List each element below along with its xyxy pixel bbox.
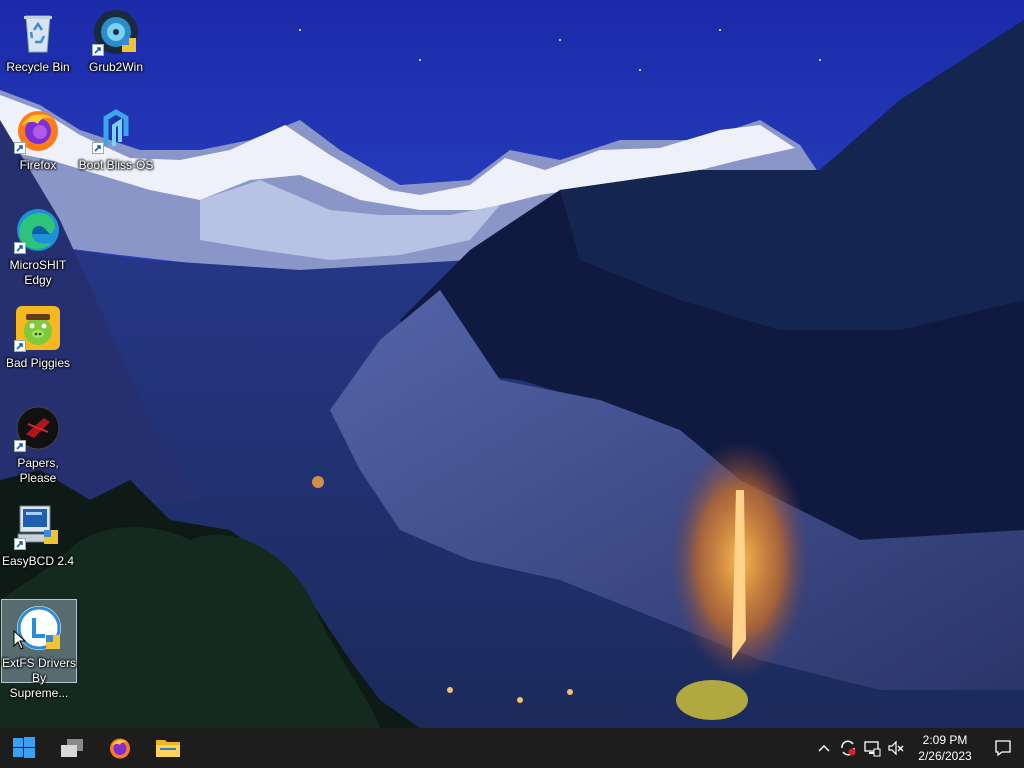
firefox-icon [14,106,62,154]
icon-label: Bad Piggies [5,356,71,370]
shortcut-arrow-icon [14,440,26,452]
show-hidden-icons-button[interactable] [812,728,836,768]
grub2win-icon [92,8,140,56]
desktop-icon-microshit-edgy[interactable]: MicroSHIT Edgy [0,202,76,294]
desktop-icon-grub2win[interactable]: Grub2Win [78,4,154,90]
papers-please-icon [14,404,62,452]
bad-piggies-icon [14,304,62,352]
icon-label: Papers, Please [17,456,59,485]
shortcut-arrow-icon [92,44,104,56]
system-tray: 2:09 PM 2/26/2023 [812,728,1024,768]
action-center-button[interactable] [982,728,1024,768]
edge-icon [14,206,62,254]
desktop-icon-recycle-bin[interactable]: Recycle Bin [0,4,76,90]
task-view-icon [61,739,83,757]
volume-muted-icon [888,740,904,756]
notification-icon [995,740,1011,757]
shortcut-arrow-icon [14,242,26,254]
tray-network-button[interactable] [860,728,884,768]
icon-label: Recycle Bin [6,60,70,74]
taskbar-firefox-button[interactable] [96,728,144,768]
icon-label: Boot Bliss-OS [78,158,154,172]
icon-label: ExtFS Drivers By Supreme... [2,656,77,700]
icon-label: MicroSHIT Edgy [9,258,67,287]
windows-start-icon [13,737,35,758]
shortcut-arrow-icon [14,340,26,352]
firefox-icon [110,738,130,759]
desktop-icon-easybcd[interactable]: EasyBCD 2.4 [0,498,76,584]
desktop-icon-firefox[interactable]: Firefox [0,102,76,188]
clock-date: 2/26/2023 [918,749,972,763]
taskbar-clock[interactable]: 2:09 PM 2/26/2023 [908,732,982,764]
icon-label: Firefox [19,158,57,172]
taskbar-file-explorer-button[interactable] [144,728,192,768]
tray-volume-button[interactable] [884,728,908,768]
mouse-cursor-icon [13,629,27,650]
sync-icon [841,740,856,756]
desktop-icon-papers-please[interactable]: Papers, Please [0,400,76,486]
bliss-os-icon [92,106,140,154]
chevron-up-icon [818,744,830,752]
shortcut-arrow-icon [14,538,26,550]
clock-time: 2:09 PM [922,733,968,747]
easybcd-icon [14,502,62,550]
start-button[interactable] [0,728,48,768]
taskbar: 2:09 PM 2/26/2023 [0,728,1024,768]
icon-label: EasyBCD 2.4 [1,554,75,568]
recycle-bin-icon [14,8,62,56]
network-icon [864,741,881,757]
task-view-button[interactable] [48,728,96,768]
shortcut-arrow-icon [14,142,26,154]
desktop-icon-bad-piggies[interactable]: Bad Piggies [0,300,76,386]
icon-label: Grub2Win [88,60,144,74]
tray-sync-button[interactable] [836,728,860,768]
shortcut-arrow-icon [92,142,104,154]
desktop-icon-boot-bliss-os[interactable]: Boot Bliss-OS [78,102,154,188]
file-explorer-icon [156,740,180,757]
